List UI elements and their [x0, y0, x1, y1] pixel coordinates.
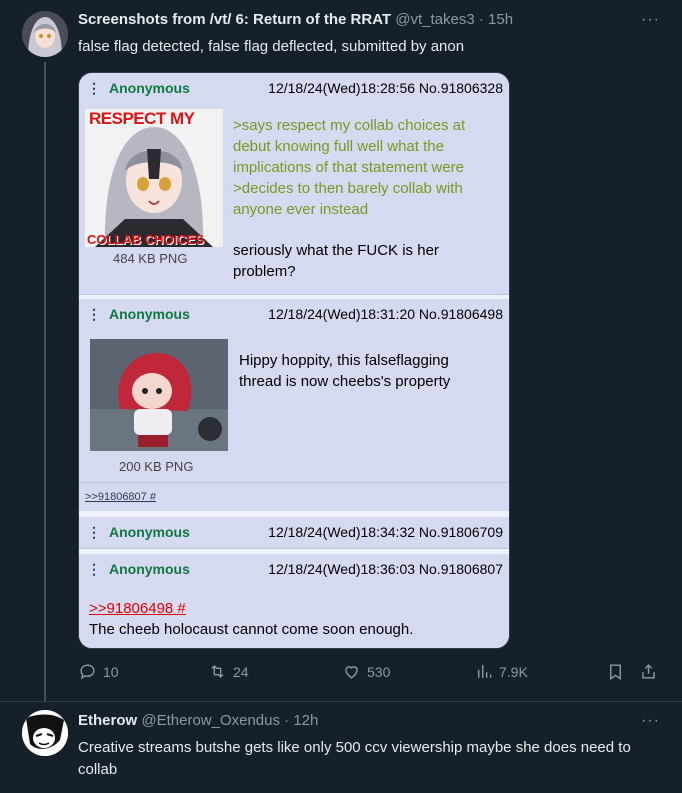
post-meta: 12/18/24(Wed)18:31:20 No.91806498	[268, 306, 503, 322]
thread-line	[44, 62, 46, 702]
quote-link[interactable]: >>91806498 #	[89, 598, 499, 619]
post-meta: 12/18/24(Wed)18:28:56 No.91806328	[268, 80, 503, 96]
separator: ·	[284, 712, 290, 729]
reply-author-handle[interactable]: @Etherow_Oxendus	[141, 712, 280, 729]
share-button[interactable]	[639, 662, 658, 681]
retweet-button[interactable]: 24	[208, 662, 249, 681]
tweet-image[interactable]: ⋮ Anonymous 12/18/24(Wed)18:28:56 No.9180…	[78, 72, 510, 649]
views-button[interactable]: 7.9K	[474, 662, 528, 681]
post-comment: The cheeb holocaust cannot come soon eno…	[89, 621, 414, 638]
reply-icon	[80, 664, 95, 680]
post-comment: Hippy hoppity, this falseflagging thread…	[239, 352, 451, 390]
post-menu-icon[interactable]: ⋮	[87, 306, 101, 322]
share-icon	[642, 664, 655, 679]
post-4: ⋮ Anonymous 12/18/24(Wed)18:36:03 No.9180…	[79, 554, 509, 648]
tweet[interactable]: Screenshots from /vt/ 6: Return of the R…	[0, 0, 682, 702]
thumb-bottom-caption: COLLAB CHOICES	[87, 232, 204, 247]
post-1: ⋮ Anonymous 12/18/24(Wed)18:28:56 No.9180…	[79, 73, 509, 295]
post-menu-icon[interactable]: ⋮	[87, 561, 101, 577]
view-count: 7.9K	[499, 663, 528, 680]
reply-text: Creative streams butshe gets like only 5…	[78, 739, 631, 778]
tweet-time[interactable]: 15h	[488, 11, 513, 28]
more-options-icon[interactable]: ···	[641, 712, 660, 730]
like-button[interactable]: 530	[342, 662, 390, 681]
post-comment: seriously what the FUCK is her problem?	[233, 242, 439, 280]
heart-icon	[345, 666, 358, 679]
post-body: >>91806498 # The cheeb holocaust cannot …	[89, 598, 499, 640]
post-menu-icon[interactable]: ⋮	[87, 80, 101, 96]
views-icon	[478, 665, 492, 678]
post-header: ⋮ Anonymous 12/18/24(Wed)18:36:03 No.9180…	[87, 561, 503, 578]
poster-name: Anonymous	[109, 561, 190, 577]
greentext-line: >decides to then barely collab with anyo…	[233, 180, 463, 218]
reply-author-name[interactable]: Etherow	[78, 712, 137, 729]
separator: ·	[478, 11, 484, 28]
retweet-icon	[211, 665, 224, 678]
post-header: ⋮ Anonymous 12/18/24(Wed)18:31:20 No.9180…	[87, 306, 503, 323]
reply-tweet[interactable]: Etherow @Etherow_Oxendus · 12h ··· Creat…	[0, 702, 682, 793]
retweet-count: 24	[233, 663, 249, 680]
bookmark-button[interactable]	[606, 662, 625, 681]
post-thumbnail[interactable]: RESPECT MY COLLAB CHOICES	[85, 109, 223, 247]
tweet-text: false flag detected, false flag deflecte…	[78, 38, 465, 55]
poster-name: Anonymous	[109, 306, 190, 322]
bookmark-icon	[610, 664, 621, 680]
author-handle[interactable]: @vt_takes3	[395, 11, 474, 28]
like-count: 530	[367, 663, 391, 680]
post-meta: 12/18/24(Wed)18:34:32 No.91806709	[268, 524, 503, 540]
poster-name: Anonymous	[109, 524, 190, 540]
reply-count: 10	[103, 663, 119, 680]
post-meta: 12/18/24(Wed)18:36:03 No.91806807	[268, 561, 503, 577]
post-header: ⋮ Anonymous 12/18/24(Wed)18:34:32 No.9180…	[87, 524, 503, 541]
post-thumbnail[interactable]	[90, 339, 228, 451]
backlink[interactable]: >>91806807 #	[85, 491, 156, 503]
post-menu-icon[interactable]: ⋮	[87, 524, 101, 540]
backlinks-bar: >>91806807 #	[79, 483, 509, 511]
author-avatar[interactable]	[22, 11, 68, 57]
thumb-top-caption: RESPECT MY	[89, 109, 195, 128]
reply-button[interactable]: 10	[78, 662, 119, 681]
post-body: >says respect my collab choices at debut…	[233, 115, 501, 282]
file-info: 484 KB PNG	[113, 251, 188, 266]
greentext-line: >says respect my collab choices at debut…	[233, 117, 466, 176]
post-3: ⋮ Anonymous 12/18/24(Wed)18:34:32 No.9180…	[79, 517, 509, 549]
file-info: 200 KB PNG	[119, 459, 194, 474]
poster-name: Anonymous	[109, 80, 190, 96]
more-options-icon[interactable]: ···	[641, 11, 660, 29]
tweet-header: Screenshots from /vt/ 6: Return of the R…	[78, 11, 513, 28]
reply-header: Etherow @Etherow_Oxendus · 12h	[78, 712, 318, 729]
author-name[interactable]: Screenshots from /vt/ 6: Return of the R…	[78, 11, 391, 28]
reply-author-avatar[interactable]	[22, 710, 68, 756]
post-header: ⋮ Anonymous 12/18/24(Wed)18:28:56 No.9180…	[87, 80, 503, 97]
reply-time[interactable]: 12h	[293, 712, 318, 729]
tweet-actions: 10 24 530 7.9K	[78, 662, 660, 686]
